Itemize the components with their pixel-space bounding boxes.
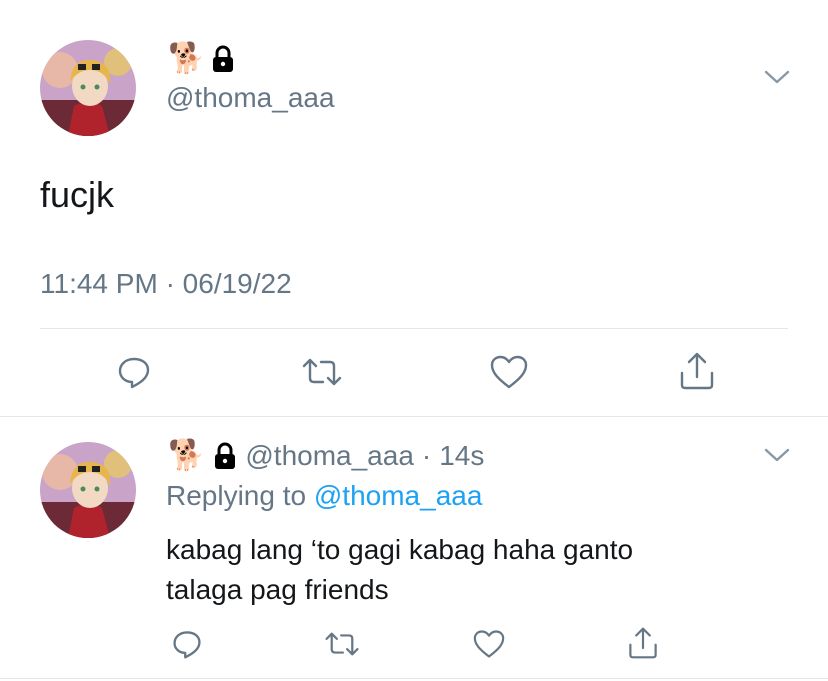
replying-prefix: Replying to: [166, 480, 307, 511]
display-name: 🐕: [168, 40, 235, 78]
reply-age: 14s: [439, 440, 485, 471]
reply-handle[interactable]: @thoma_aaa: [245, 440, 414, 472]
share-icon: [629, 627, 657, 659]
reply-avatar[interactable]: [40, 442, 136, 538]
divider: [0, 678, 828, 679]
heart-icon: [473, 630, 505, 658]
chevron-down-icon[interactable]: [764, 446, 790, 469]
avatar-image: [40, 40, 136, 136]
meta-separator: ·: [165, 268, 175, 299]
retweet-icon: [302, 358, 342, 386]
lock-icon: [211, 45, 235, 73]
reply-header: 🐕 @thoma_aaa · 14s: [168, 436, 484, 476]
like-button[interactable]: [488, 352, 530, 392]
like-button[interactable]: [470, 626, 508, 662]
heart-icon: [490, 355, 528, 389]
dog-emoji: 🐕: [168, 439, 206, 472]
lock-icon: [213, 442, 237, 470]
divider: [40, 328, 788, 329]
reply-button[interactable]: [114, 352, 154, 392]
share-button[interactable]: [676, 350, 718, 392]
tweet-date: 06/19/22: [182, 268, 292, 299]
retweet-button[interactable]: [322, 626, 362, 662]
reply-text-line: kabag lang ‘to gagi kabag haha ganto: [166, 534, 634, 565]
reply-icon: [173, 631, 201, 659]
chevron-down-icon[interactable]: [764, 68, 790, 91]
handle[interactable]: @thoma_aaa: [166, 82, 335, 114]
reply-text: kabag lang ‘to gagi kabag haha ganto tal…: [166, 530, 786, 610]
replying-to: Replying to @thoma_aaa: [166, 480, 482, 512]
divider: [0, 416, 828, 417]
dog-emoji: 🐕: [168, 42, 206, 75]
share-button[interactable]: [624, 624, 662, 662]
avatar[interactable]: [40, 40, 136, 136]
reply-text-line: talaga pag friends: [166, 574, 389, 605]
tweet-text: fucjk: [40, 174, 115, 215]
reply-icon: [118, 357, 150, 389]
meta-separator: ·: [421, 440, 432, 471]
share-icon: [680, 352, 714, 390]
tweet-timestamp[interactable]: 11:44 PM · 06/19/22: [40, 268, 292, 300]
retweet-button[interactable]: [300, 352, 344, 392]
reply-button[interactable]: [168, 626, 206, 662]
avatar-image: [40, 442, 136, 538]
replying-handle-link[interactable]: @thoma_aaa: [314, 480, 483, 511]
tweet-time: 11:44 PM: [40, 268, 158, 299]
retweet-icon: [325, 632, 359, 656]
